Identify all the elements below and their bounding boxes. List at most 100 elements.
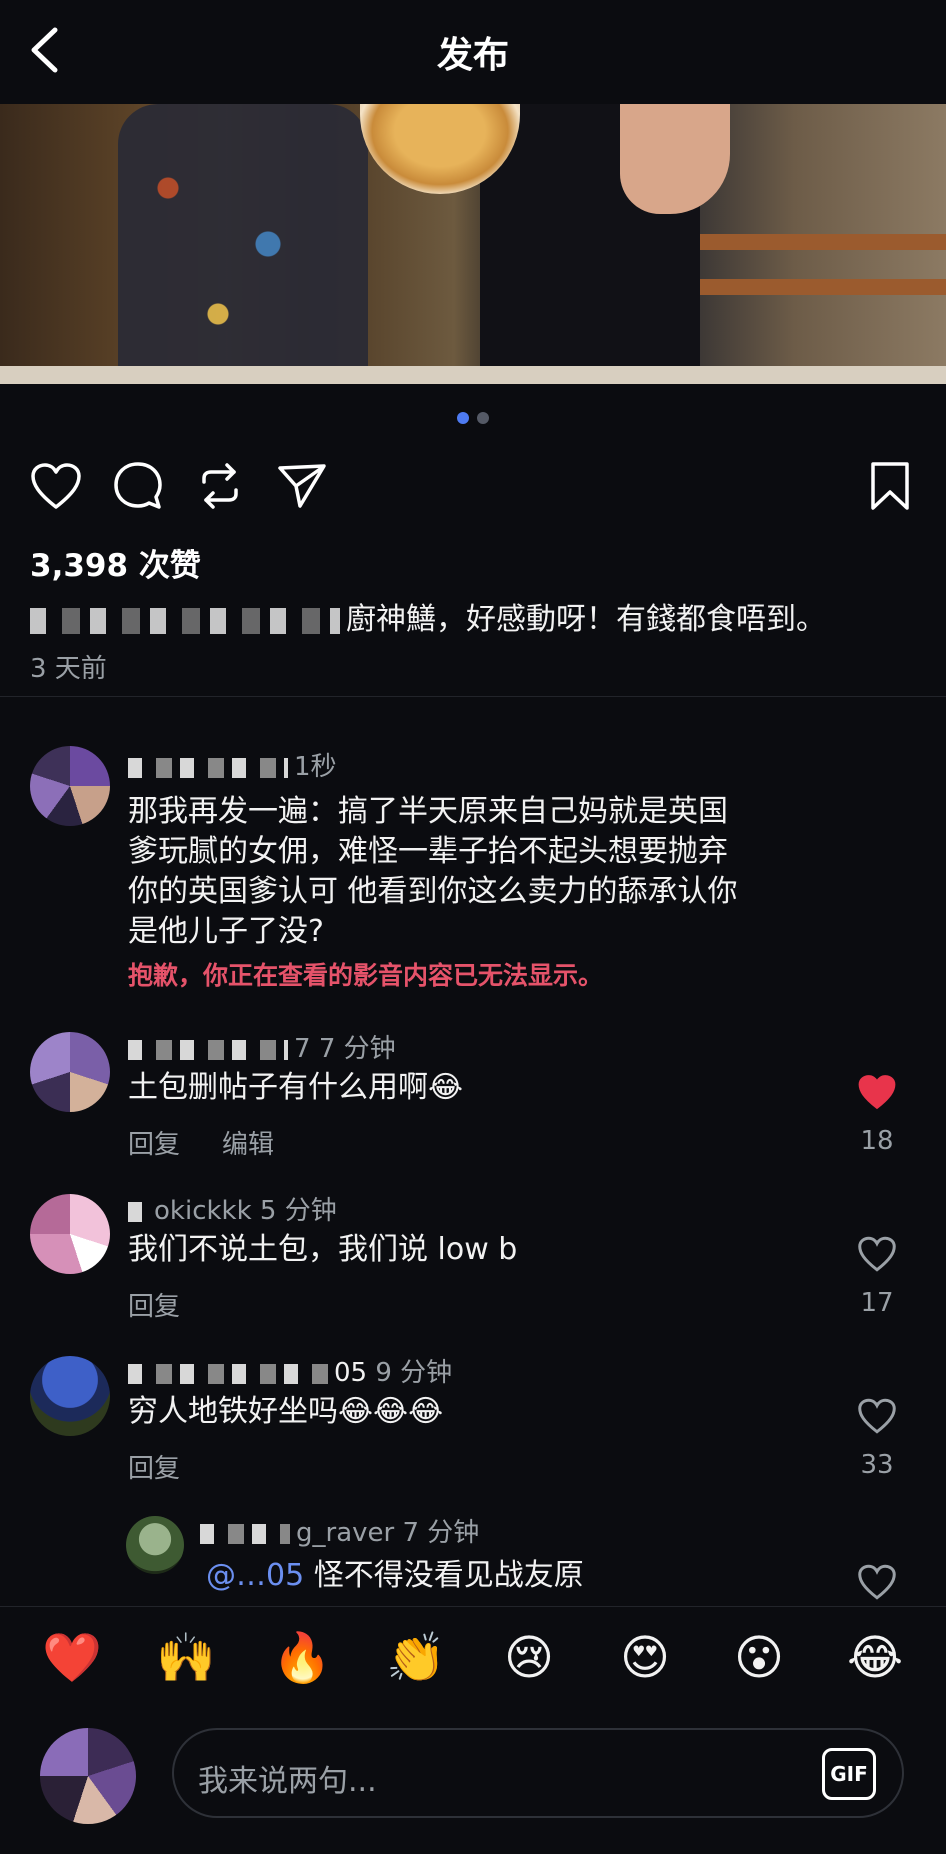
- caption-text: 廚神鱔，好感動呀！有錢都食唔到。: [346, 602, 826, 637]
- comment-like-button[interactable]: [854, 1072, 900, 1112]
- username-suffix: 05: [334, 1358, 368, 1388]
- emoji-crying[interactable]: 😢: [500, 1629, 558, 1687]
- comment-line: 那我再发一遍：搞了半天原来自己妈就是英国: [128, 794, 728, 829]
- comment-actions: 回复: [128, 1286, 222, 1323]
- comment-username[interactable]: okickkk 5 分钟: [128, 1190, 337, 1227]
- reply-button[interactable]: 回复: [128, 1130, 180, 1160]
- heart-filled-icon: [858, 1075, 896, 1110]
- repost-button[interactable]: [190, 456, 250, 516]
- comment-reply-item: g_raver 7 分钟 @…05 怪不得没看见战友原: [0, 1512, 946, 1604]
- photo-arm: [620, 104, 730, 214]
- comment-time: 5 分钟: [259, 1196, 337, 1226]
- avatar[interactable]: [30, 746, 110, 826]
- comment-text: @…05 怪不得没看见战友原: [206, 1556, 584, 1596]
- comment-like: 33: [854, 1396, 900, 1480]
- emoji-quick-bar: ❤️ 🙌 🔥 👏 😢 😍 😮 😂: [0, 1606, 946, 1696]
- post-photo[interactable]: [0, 104, 946, 384]
- comment-button[interactable]: [108, 456, 168, 516]
- carousel-dot-active[interactable]: [457, 412, 469, 424]
- my-avatar[interactable]: [40, 1728, 136, 1824]
- bookmark-button[interactable]: [860, 456, 920, 516]
- emoji-clap[interactable]: 👏: [386, 1629, 446, 1687]
- comment-input-placeholder: 我来说两句...: [198, 1764, 377, 1799]
- photo-shelf: [700, 279, 946, 295]
- top-bar: 发布: [0, 0, 946, 104]
- comment-username[interactable]: 1秒: [128, 746, 337, 783]
- emoji-heart-eyes[interactable]: 😍: [616, 1629, 674, 1687]
- post-actions: [26, 456, 920, 516]
- emoji-laughing[interactable]: 😂: [846, 1629, 904, 1687]
- username-suffix: g_raver: [296, 1518, 395, 1548]
- carousel-indicator: [0, 412, 946, 424]
- comment-like: 17: [854, 1234, 900, 1318]
- username-redacted: [128, 1039, 288, 1060]
- post-caption: 廚神鱔，好感動呀！有錢都食唔到。: [30, 594, 826, 638]
- avatar[interactable]: [30, 1032, 110, 1112]
- photo-counter: [0, 366, 946, 384]
- repost-icon: [202, 463, 238, 509]
- comment-text: 我们不说土包，我们说 low b: [128, 1232, 518, 1267]
- emoji-fire[interactable]: 🔥: [272, 1629, 332, 1687]
- caption-author[interactable]: [30, 607, 340, 634]
- comment-text: 土包删帖子有什么用啊😂: [128, 1070, 464, 1105]
- comment-bubble-icon: [114, 462, 162, 509]
- comment-text: 那我再发一遍：搞了半天原来自己妈就是英国 爹玩腻的女佣，难怪一辈子抬不起头想要抛…: [128, 792, 738, 952]
- avatar[interactable]: [30, 1194, 110, 1274]
- comment-like-button[interactable]: [854, 1562, 900, 1602]
- reply-button[interactable]: 回复: [128, 1454, 180, 1484]
- username-redacted: [200, 1523, 290, 1544]
- page-title: 发布: [436, 35, 509, 76]
- bookmark-icon: [871, 462, 909, 510]
- username-redacted: [128, 1363, 328, 1384]
- emoji-raised-hands[interactable]: 🙌: [156, 1629, 216, 1687]
- avatar[interactable]: [126, 1516, 184, 1574]
- comment-time: 1秒: [294, 752, 337, 782]
- comment-like-count: 33: [860, 1450, 894, 1480]
- emoji-heart[interactable]: ❤️: [42, 1629, 102, 1687]
- send-icon: [278, 464, 326, 508]
- username-suffix: 7: [294, 1034, 311, 1064]
- comment-actions: 回复 编辑: [128, 1124, 316, 1161]
- avatar[interactable]: [30, 1356, 110, 1436]
- post-timestamp: 3 天前: [30, 654, 107, 684]
- comment-like: [854, 1562, 900, 1602]
- comment-like-count: 18: [860, 1126, 894, 1156]
- comment-username[interactable]: g_raver 7 分钟: [200, 1512, 479, 1549]
- comment-input[interactable]: 我来说两句... GIF: [172, 1728, 904, 1818]
- divider: [0, 696, 946, 697]
- comment-line: 是他儿子了没?: [128, 914, 324, 949]
- comment-line: 你的英国爹认可 他看到你这么卖力的舔承认你: [128, 874, 738, 909]
- gif-button[interactable]: GIF: [822, 1748, 876, 1800]
- comment-like-button[interactable]: [854, 1396, 900, 1436]
- heart-icon: [858, 1236, 896, 1272]
- like-button[interactable]: [26, 456, 86, 516]
- username-suffix: okickkk: [154, 1196, 252, 1226]
- photo-shelf: [700, 234, 946, 250]
- like-count[interactable]: 3,398 次赞: [30, 540, 201, 585]
- heart-icon: [31, 463, 81, 509]
- carousel-dot[interactable]: [477, 412, 489, 424]
- comment-composer: 我来说两句... GIF: [0, 1700, 946, 1854]
- edit-button[interactable]: 编辑: [222, 1130, 274, 1160]
- comment-time: 7 分钟: [318, 1034, 396, 1064]
- reply-mention[interactable]: @…05: [206, 1558, 304, 1593]
- comment-like-button[interactable]: [854, 1234, 900, 1274]
- emoji-surprised[interactable]: 😮: [730, 1629, 788, 1687]
- comment-line: 爹玩腻的女佣，难怪一辈子抬不起头想要抛弃: [128, 834, 728, 869]
- comment-body: 怪不得没看见战友原: [313, 1558, 584, 1593]
- photo-person-left: [118, 104, 368, 384]
- comment-like: 18: [854, 1072, 900, 1156]
- reply-button[interactable]: 回复: [128, 1292, 180, 1322]
- comment-actions: 回复: [128, 1448, 222, 1485]
- username-redacted: [128, 757, 288, 778]
- heart-icon: [858, 1564, 896, 1600]
- heart-icon: [858, 1398, 896, 1434]
- comment-time: 9 分钟: [375, 1358, 453, 1388]
- comment-username[interactable]: 05 9 分钟: [128, 1352, 452, 1389]
- comment-time: 7 分钟: [402, 1518, 480, 1548]
- comment-like-count: 17: [860, 1288, 894, 1318]
- media-unavailable-notice: 抱歉，你正在查看的影音内容已无法显示。: [128, 961, 604, 990]
- share-button[interactable]: [272, 456, 332, 516]
- comment-username[interactable]: 7 7 分钟: [128, 1028, 396, 1065]
- username-redacted: [128, 1201, 148, 1222]
